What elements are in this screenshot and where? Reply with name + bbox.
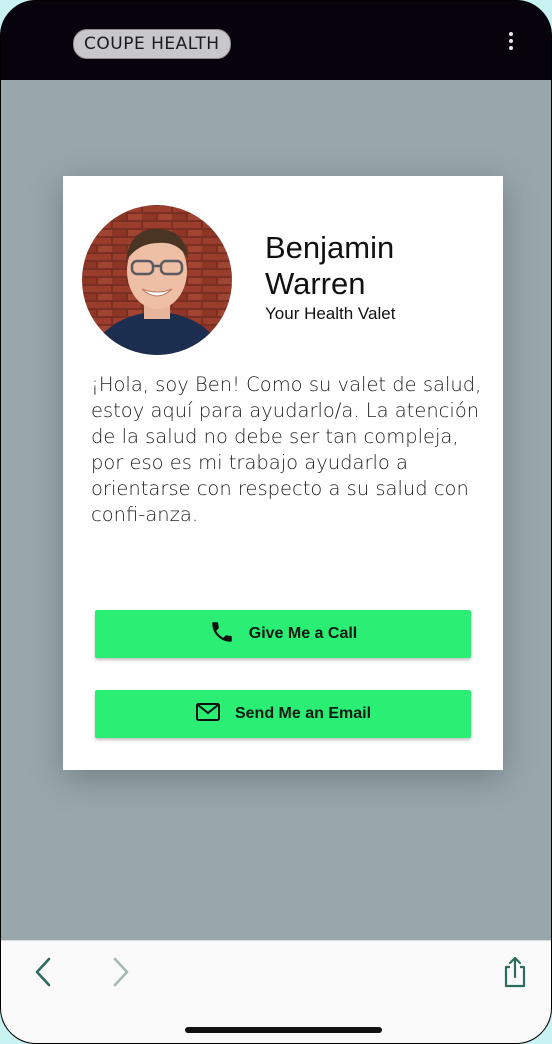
more-vertical-icon[interactable] bbox=[505, 32, 517, 54]
avatar bbox=[82, 205, 232, 355]
share-icon[interactable] bbox=[501, 955, 529, 989]
chevron-left-icon[interactable] bbox=[31, 955, 55, 989]
profile-title: Your Health Valet bbox=[265, 304, 396, 323]
email-button-label: Send Me an Email bbox=[234, 705, 372, 722]
profile-bio: ¡Hola, soy Ben! Como su valet de salud, … bbox=[91, 373, 482, 526]
profile-card: Benjamin Warren Your Health Valet ¡Hola,… bbox=[63, 176, 503, 770]
modal-overlay[interactable]: Benjamin Warren Your Health Valet ¡Hola,… bbox=[1, 80, 551, 940]
brand-logo[interactable]: COUPE HEALTH bbox=[73, 29, 231, 59]
phone-frame: COUPE HEALTH Benjamin Warren Your Health… bbox=[0, 0, 552, 1044]
call-button-label: Give Me a Call bbox=[248, 625, 358, 642]
mail-icon bbox=[195, 702, 221, 727]
phone-icon bbox=[209, 619, 235, 650]
top-bar: COUPE HEALTH bbox=[1, 1, 551, 80]
home-indicator[interactable] bbox=[185, 1027, 382, 1033]
profile-name: Benjamin Warren bbox=[265, 230, 395, 301]
browser-toolbar bbox=[1, 940, 551, 1043]
chevron-right-icon[interactable] bbox=[109, 955, 133, 989]
call-button[interactable]: Give Me a Call bbox=[95, 610, 471, 658]
email-button[interactable]: Send Me an Email bbox=[95, 690, 471, 738]
